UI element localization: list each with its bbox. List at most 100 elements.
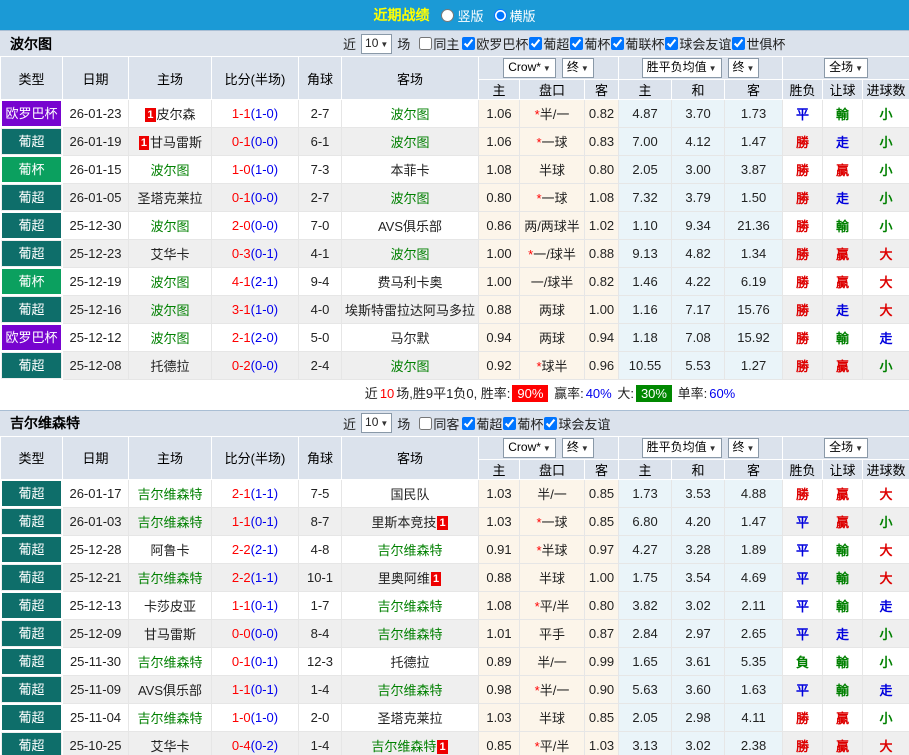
team-label: 吉尔维森特	[371, 738, 437, 754]
euro-away-odds: 1.47	[724, 127, 784, 156]
league-checkbox[interactable]	[611, 37, 625, 50]
dropdown-arrow-icon: ▼	[746, 64, 755, 73]
euro-home-odds: 10.55	[618, 351, 673, 380]
layout-radio-horizontal[interactable]: 横版	[488, 6, 536, 25]
top-bar: 近期战绩 竖版 横版	[0, 0, 909, 30]
matches-table: 类型 日期 主场 比分(半场) 角球 客场 Crow* ▼ 终 ▼ 胜平负均值 ▼ 终 ▼ …	[0, 56, 909, 406]
fulltime-select[interactable]: 全场 ▼	[824, 58, 869, 78]
dropdown-arrow-icon: ▼	[855, 443, 864, 453]
match-date: 25-12-23	[62, 239, 129, 268]
team-name: 吉尔维森特	[10, 415, 80, 431]
wdl-average-select[interactable]: 胜平负均值 ▼	[641, 58, 722, 78]
final-select[interactable]: 终 ▼	[727, 58, 760, 78]
league-filter-checkbox[interactable]: 世俱杯	[731, 34, 785, 53]
match-score: 2-2(2-1)	[211, 534, 299, 564]
league-checkbox-label: 球会友谊	[679, 37, 732, 52]
league-checkbox[interactable]	[732, 37, 746, 50]
result-handicap: 輸	[822, 562, 864, 592]
league-filter-checkbox[interactable]: 葡超	[461, 414, 502, 433]
league-badge: 葡超	[2, 241, 61, 266]
dropdown-arrow-icon: ▼	[542, 443, 551, 453]
layout-radio-vertical[interactable]: 竖版	[435, 6, 484, 25]
league-filter-checkbox[interactable]: 欧罗巴杯	[461, 34, 528, 53]
fulltime-score: 2-2	[231, 569, 251, 585]
handicap-away-odds: 1.03	[583, 730, 620, 755]
halftime-score: (0-2)	[250, 737, 279, 753]
final-select[interactable]: 终 ▼	[727, 437, 760, 458]
away-team: 托德拉	[341, 646, 479, 676]
league-checkbox[interactable]	[544, 416, 558, 430]
result-wdl: 平	[782, 618, 824, 648]
handicap-away-odds: 0.85	[583, 506, 620, 536]
league-checkbox[interactable]	[665, 37, 679, 50]
dropdown-arrow-icon: ▼	[380, 39, 389, 49]
handicap-home-odds: 1.03	[478, 506, 520, 536]
league-checkbox[interactable]	[570, 37, 584, 50]
league-cell: 葡超	[0, 730, 63, 755]
match-row: 欧罗巴杯 26-01-23 1 皮尔森 1-1(1-0) 2-7 波尔图 1.06 *半/一 0.…	[0, 99, 909, 128]
home-team: 卡莎皮亚	[128, 590, 212, 620]
league-checkbox[interactable]	[529, 37, 543, 50]
same-venue-checkbox-label[interactable]: 同客	[418, 414, 459, 433]
euro-home-odds: 2.05	[618, 702, 673, 732]
same-venue-checkbox-label[interactable]: 同主	[418, 34, 459, 53]
halftime-score: (1-1)	[250, 569, 279, 585]
league-filter-checkbox[interactable]: 葡杯	[569, 34, 610, 53]
match-date: 25-12-08	[62, 351, 129, 380]
fulltime-score: 2-1	[231, 485, 251, 501]
same-venue-checkbox[interactable]	[419, 37, 433, 50]
league-filter-checkbox[interactable]: 葡杯	[502, 414, 543, 433]
league-checkbox[interactable]	[462, 37, 476, 50]
handicap-home-odds: 0.91	[478, 534, 520, 564]
final-select[interactable]: 终 ▼	[561, 437, 594, 458]
halftime-score: (0-1)	[250, 246, 279, 261]
col-corner: 角球	[298, 56, 342, 100]
euro-away-odds: 1.34	[724, 239, 784, 268]
result-wdl: 勝	[782, 127, 824, 156]
horizontal-layout-radio[interactable]	[493, 8, 507, 22]
league-filter-checkbox[interactable]: 葡联杯	[610, 34, 664, 53]
result-goals: 大	[862, 730, 909, 755]
euro-home-odds: 1.16	[618, 295, 673, 324]
rank-badge: 1	[138, 136, 150, 150]
euro-home-odds: 1.65	[618, 646, 673, 676]
result-handicap: 贏	[822, 702, 864, 732]
vertical-layout-radio[interactable]	[441, 8, 455, 22]
recent-count-select[interactable]: 10 ▼	[361, 413, 393, 433]
home-team: 艾华卡	[128, 239, 212, 268]
league-checkbox-label: 世俱杯	[746, 37, 786, 52]
bookmaker-select[interactable]: Crow* ▼	[503, 437, 556, 458]
league-badge: 葡超	[2, 480, 61, 506]
team-label: 甘马雷斯	[143, 626, 196, 642]
result-handicap: 輸	[822, 99, 864, 128]
recent-count-select[interactable]: 10 ▼	[361, 33, 393, 54]
handicap-line: 两球	[519, 323, 585, 352]
handicap-away-odds: 0.87	[583, 618, 620, 648]
league-filter-checkbox[interactable]: 球会友谊	[664, 34, 731, 53]
fulltime-select[interactable]: 全场 ▼	[824, 437, 869, 458]
same-venue-checkbox[interactable]	[419, 416, 433, 430]
league-checkbox[interactable]	[462, 416, 476, 430]
result-handicap: 輸	[822, 674, 864, 704]
league-filter-checkbox[interactable]: 球会友谊	[543, 414, 610, 433]
match-date: 25-12-09	[62, 618, 129, 648]
team-label: 甘马雷斯	[150, 135, 203, 150]
wdl-average-select[interactable]: 胜平负均值 ▼	[641, 437, 722, 458]
league-cell: 葡超	[0, 646, 63, 676]
team-label: 马尔默	[390, 331, 430, 346]
bookmaker-select[interactable]: Crow* ▼	[503, 58, 556, 78]
summary-part: 60%	[709, 386, 736, 402]
league-filter-checkbox[interactable]: 葡超	[528, 34, 569, 53]
match-row: 葡超 25-12-13 卡莎皮亚 1-1(0-1) 1-7 吉尔维森特 1.08 *平/半 0.…	[0, 590, 909, 620]
match-row: 葡杯 26-01-15 波尔图 1-0(1-0) 7-3 本菲卡 1.08 半球 0.80 2.0…	[0, 155, 909, 184]
sub-col-home-odds: 主	[478, 79, 520, 100]
col-score: 比分(半场)	[211, 435, 299, 480]
handicap-line: *半/一	[519, 99, 585, 128]
league-checkbox[interactable]	[503, 416, 517, 430]
sub-col-euro-draw: 和	[671, 458, 726, 480]
away-team: 里奥阿维 1	[341, 562, 479, 592]
vertical-layout-label: 竖版	[457, 8, 484, 24]
result-wdl: 勝	[782, 239, 824, 268]
final-select[interactable]: 终 ▼	[561, 58, 594, 78]
result-wdl: 勝	[782, 295, 824, 324]
